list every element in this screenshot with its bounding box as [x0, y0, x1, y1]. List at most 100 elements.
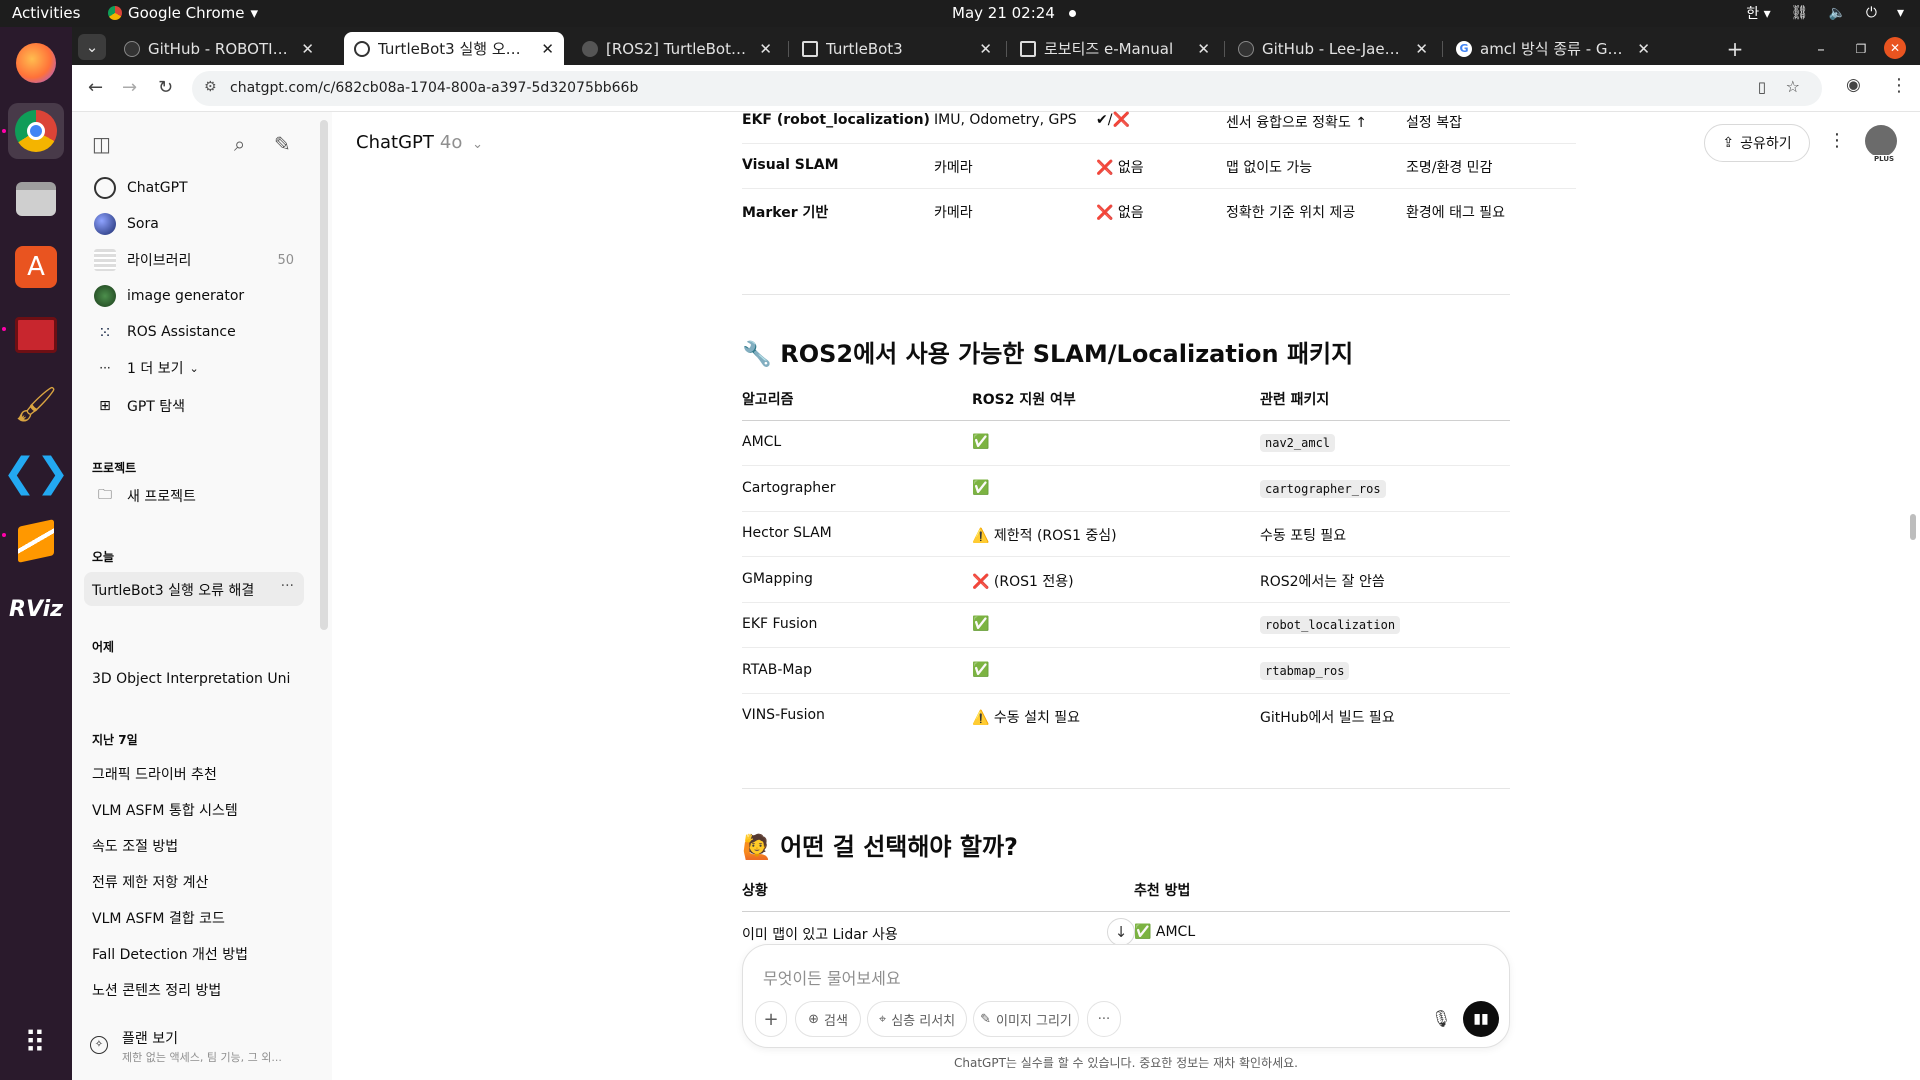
chat-item[interactable]: VLM ASFM 통합 시스템	[92, 800, 292, 820]
sidebar-item-label: 라이브러리	[127, 253, 192, 269]
table-row: Marker 기반 카메라 ❌ 없음 정확한 기준 위치 제공 환경에 태그 필…	[742, 189, 1576, 234]
robotis-icon	[802, 40, 818, 57]
sidebar-item-explore-gpts[interactable]: ⊞ GPT 탐색	[82, 389, 304, 423]
deep-research-toggle[interactable]: ⌖ 심층 리서치	[867, 1001, 967, 1037]
plus-icon: +	[1726, 36, 1744, 61]
new-chat-icon[interactable]: ✎	[274, 132, 291, 156]
site-info-icon[interactable]: ⚙	[204, 79, 217, 95]
system-tray[interactable]: 한 ▾ ⛓ 🔈 ⏻ ▾	[1746, 3, 1904, 23]
voice-mode-button[interactable]: ▮▮	[1463, 1001, 1499, 1037]
palette-icon: ✎	[980, 1011, 991, 1027]
forward-button[interactable]: →	[122, 77, 137, 98]
avatar[interactable]: PLUS	[1865, 125, 1897, 163]
rviz-launcher[interactable]: RViz	[8, 581, 64, 637]
tab-github-leejaewon[interactable]: GitHub - Lee-JaeWon/... ✕	[1228, 32, 1438, 65]
sidebar-item-image-generator[interactable]: image generator	[82, 279, 304, 313]
chrome-menu-button[interactable]: ⋮	[1890, 75, 1908, 96]
paint-launcher[interactable]: 🖌	[8, 377, 64, 433]
main-scrollbar[interactable]	[1910, 514, 1916, 540]
share-button[interactable]: ⇪ 공유하기	[1704, 124, 1810, 162]
maximize-button[interactable]: ❐	[1846, 32, 1876, 65]
more-tools-button[interactable]: ···	[1087, 1001, 1121, 1037]
firefox-launcher[interactable]	[8, 35, 64, 91]
sidebar-item-chatgpt[interactable]: ChatGPT	[82, 171, 304, 205]
tab-search-button[interactable]: ⌄	[78, 34, 106, 60]
close-icon[interactable]: ✕	[1415, 40, 1428, 58]
activities-button[interactable]: Activities	[12, 4, 80, 22]
clock[interactable]: May 21 02:24	[952, 4, 1076, 22]
chat-item[interactable]: 그래픽 드라이버 추천	[92, 764, 292, 784]
close-icon[interactable]: ✕	[301, 40, 314, 58]
cell-support: ✅	[972, 616, 990, 632]
sidebar-toggle-icon[interactable]: ◫	[92, 132, 111, 156]
sidebar-scrollbar[interactable]	[320, 120, 328, 630]
chat-item[interactable]: Fall Detection 개선 방법	[92, 944, 292, 964]
vscode-icon: ❮❯	[2, 450, 70, 496]
close-icon[interactable]: ✕	[1197, 40, 1210, 58]
image-toggle[interactable]: ✎ 이미지 그리기	[973, 1001, 1079, 1037]
col-header: 추천 방법	[1134, 883, 1191, 899]
prompt-input[interactable]: 무엇이든 물어보세요	[763, 965, 901, 989]
kebab-icon: ⋮	[1890, 75, 1908, 96]
sublime-launcher[interactable]	[8, 513, 64, 569]
search-toggle[interactable]: ⊕ 검색	[795, 1001, 861, 1037]
window-close-button[interactable]: ✕	[1884, 37, 1906, 59]
chat-item[interactable]: VLM ASFM 결합 코드	[92, 908, 292, 928]
model-selector[interactable]: ChatGPT 4o ⌄	[356, 132, 483, 153]
microphone-button[interactable]: 🎙	[1431, 1009, 1451, 1028]
table-row: Visual SLAM 카메라 ❌ 없음 맵 없이도 가능 조명/환경 민감	[742, 144, 1576, 189]
sidebar-item-sora[interactable]: Sora	[82, 207, 304, 241]
new-tab-button[interactable]: +	[1720, 32, 1750, 65]
app-menu[interactable]: Google Chrome ▾	[108, 4, 258, 22]
sidebar-item-library[interactable]: 라이브러리 50	[82, 243, 304, 277]
sidebar-item-ros-assistance[interactable]: ⁙ ROS Assistance	[82, 315, 304, 349]
search-icon[interactable]: ⌕	[234, 132, 245, 156]
sora-icon	[94, 213, 116, 235]
new-project-button[interactable]: 🗀 새 프로젝트	[82, 479, 304, 513]
chevron-down-icon: ⌄	[472, 137, 483, 152]
upgrade-plan-button[interactable]: ✧ 플랜 보기 제한 없는 액세스, 팀 기능, 그 외...	[80, 1022, 316, 1072]
tab-amcl-google[interactable]: G amcl 방식 종류 - Google... ✕	[1446, 32, 1660, 65]
tab-github-robotis[interactable]: GitHub - ROBOTIS-GIT/... ✕	[114, 32, 324, 65]
close-icon[interactable]: ✕	[1637, 40, 1650, 58]
close-icon[interactable]: ✕	[541, 40, 554, 58]
scroll-to-bottom-button[interactable]: ↓	[1107, 918, 1135, 946]
files-launcher[interactable]	[8, 171, 64, 227]
chat-options-icon[interactable]: ···	[281, 578, 294, 594]
chat-item[interactable]: 속도 조절 방법	[92, 836, 292, 856]
terminal-icon	[15, 317, 57, 353]
arrow-right-icon: →	[122, 77, 138, 98]
profile-button[interactable]: ◉	[1846, 75, 1861, 95]
conversation-options-button[interactable]: ⋮	[1828, 130, 1846, 151]
attach-button[interactable]: +	[755, 1001, 787, 1037]
tab-robotis-emanual[interactable]: 로보티즈 e-Manual ✕	[1010, 32, 1220, 65]
minimize-button[interactable]: –	[1806, 32, 1836, 65]
tab-ros2-turtlebot[interactable]: [ROS2] TurtleBot3+ROS... ✕	[572, 32, 782, 65]
bookmark-star-icon[interactable]: ☆	[1786, 77, 1800, 96]
tab-turtlebot3[interactable]: TurtleBot3 ✕	[792, 32, 1002, 65]
tab-separator	[1006, 41, 1007, 57]
vscode-launcher[interactable]: ❮❯	[2, 445, 69, 501]
chat-item[interactable]: 3D Object Interpretation Uni	[92, 671, 292, 687]
page-icon[interactable]: ▯	[1758, 78, 1766, 96]
close-icon[interactable]: ✕	[759, 40, 772, 58]
app-center-launcher[interactable]: A	[8, 239, 64, 295]
chrome-launcher[interactable]	[8, 103, 64, 159]
reload-button[interactable]: ↻	[158, 77, 173, 98]
clock-text: May 21 02:24	[952, 4, 1055, 22]
chat-main: ChatGPT 4o ⌄ ⇪ 공유하기 ⋮ PLUS EKF (robot_loc…	[332, 112, 1920, 1080]
chat-item[interactable]: 노션 콘텐츠 정리 방법	[92, 980, 292, 1000]
tab-turtlebot-error[interactable]: TurtleBot3 실행 오류 해... ✕	[344, 32, 564, 65]
tab-title: TurtleBot3 실행 오류 해...	[378, 40, 533, 58]
show-apps-button[interactable]: ⠿	[8, 1015, 64, 1071]
input-method[interactable]: 한 ▾	[1746, 3, 1770, 23]
sidebar-item-more[interactable]: ··· 1 더 보기 ⌄	[82, 351, 304, 385]
chat-item[interactable]: 전류 제한 저항 계산	[92, 872, 292, 892]
close-icon[interactable]: ✕	[979, 40, 992, 58]
chat-item-active[interactable]: TurtleBot3 실행 오류 해결 ···	[84, 572, 304, 606]
terminal-launcher[interactable]	[8, 307, 64, 363]
cell-package: ROS2에서는 잘 안씀	[1260, 573, 1385, 590]
back-button[interactable]: ←	[88, 77, 103, 98]
cell-support: ✅	[972, 434, 990, 450]
cell-package-wrap: rtabmap_ros	[1260, 661, 1350, 680]
